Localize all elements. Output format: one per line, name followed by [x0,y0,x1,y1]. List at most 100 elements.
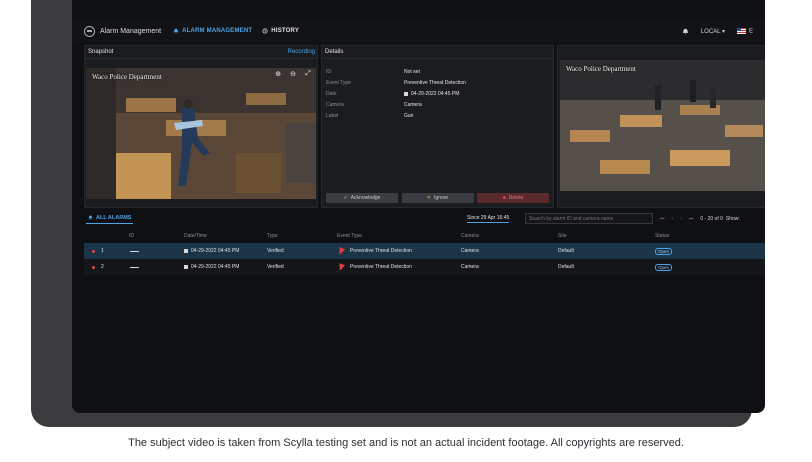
live-watermark: Waco Police Department [566,65,636,73]
status-badge: Open [655,263,673,271]
first-page-icon[interactable]: ⏮ [660,216,665,222]
row-status-cell: Open [655,259,673,275]
recording-link[interactable]: Recording [288,49,315,55]
row-camera: Camera [461,248,479,254]
detail-row-date: Date 04-29-2022 04:45 PM [326,88,549,99]
nav-alarm-management[interactable]: ALARM MANAGEMENT [173,28,252,34]
row-event-type: Preventive Threat Detection [350,264,412,270]
empty-id-dash [130,243,139,259]
detail-label: Camera [326,101,344,108]
threat-icon [336,262,346,272]
detail-row-camera: Camera Camera [326,99,549,110]
column-id[interactable]: ID [129,231,134,241]
column-datetime[interactable]: Date/Time [184,231,207,241]
language-selector[interactable]: E [736,27,753,35]
bell-icon [173,28,179,34]
status-badge: Open [655,247,673,255]
details-title: Details [322,46,553,59]
alarms-toolbar: ALL ALARMS Since 29 Apr 16:45 ⏮ ‹ › ⏭ 0 … [84,212,765,226]
detail-value: 04-29-2022 04:45 PM [411,90,460,97]
column-site[interactable]: Site [558,231,567,241]
row-event-type: Preventive Threat Detection [350,248,412,254]
close-icon: ✕ [426,195,431,201]
row-type: Verified [267,248,284,254]
page-count: 0 - 20 of 0 [700,216,723,222]
row-event-cell: Preventive Threat Detection [336,243,412,259]
row-datetime: 04-29-2022 04:45 PM [191,264,240,270]
row-type: Verified [267,264,284,270]
last-page-icon[interactable]: ⏭ [689,216,694,222]
empty-id-dash [130,259,139,275]
live-camera-panel: Waco Police Department [557,45,765,208]
tab-all-alarms-label: ALL ALARMS [96,214,132,221]
snapshot-watermark: Waco Police Department [92,73,162,81]
next-page-icon[interactable]: › [680,216,682,222]
snapshot-title: Snapshot [85,46,317,59]
column-event-type[interactable]: Event Type [337,231,362,241]
language-value: E [748,28,753,35]
snapshot-image: Waco Police Department ⊕ ⊖ ⤢ [86,68,316,199]
detail-label: Event Type [326,79,351,86]
nav-history-label: HISTORY [271,28,300,34]
detail-value: Not set [404,68,420,75]
nav-alarm-management-label: ALARM MANAGEMENT [182,28,253,34]
table-row[interactable]: 2 04-29-2022 04:45 PM Verified Preventiv… [84,259,765,275]
row-datetime-cell: 04-29-2022 04:45 PM [184,243,239,259]
column-camera[interactable]: Camera [461,231,479,241]
zoom-toolbar: ⊕ ⊖ ⤢ [269,70,314,80]
calendar-icon [404,91,408,96]
live-camera-image: Waco Police Department [560,60,765,191]
tab-all-alarms[interactable]: ALL ALARMS [86,214,134,224]
acknowledge-label: Acknowledge [350,195,381,201]
detail-label: Date [326,90,337,97]
snapshot-panel: Snapshot Recording Waco Police Departmen… [84,45,318,208]
detail-label: Label [326,112,339,119]
alarm-search-input[interactable] [525,213,653,224]
detail-value: Preventive Threat Detection [404,79,466,86]
row-site: Default [558,248,574,254]
detail-row-id: ID Not set [326,66,549,77]
row-datetime-cell: 04-29-2022 04:45 PM [184,259,239,275]
app-title: Alarm Management [100,27,162,35]
location-dropdown[interactable]: LOCAL ▾ [701,28,725,35]
calendar-icon [184,249,188,253]
show-label[interactable]: Show: [726,216,740,222]
expand-icon[interactable]: ⤢ [302,70,314,80]
alert-dot-icon [92,243,95,259]
notification-bell-icon[interactable] [682,28,689,35]
row-index: 2 [101,264,104,270]
details-actions: ✓ Acknowledge ✕ Ignore ■ Delete [326,193,549,203]
check-icon: ✓ [343,195,348,201]
bell-icon [88,215,93,220]
table-row[interactable]: 1 04-29-2022 04:45 PM Verified Preventiv… [84,243,765,259]
row-status-cell: Open [655,243,673,259]
top-right-controls: LOCAL ▾ E [682,20,765,42]
threat-icon [336,246,346,256]
top-navbar: Alarm Management ALARM MANAGEMENT HISTOR… [72,20,765,42]
zoom-in-icon[interactable]: ⊕ [272,70,284,80]
app-screen: Alarm Management ALARM MANAGEMENT HISTOR… [72,0,765,413]
prev-page-icon[interactable]: ‹ [672,216,674,222]
since-filter[interactable]: Since 29 Apr 16:45 [467,215,510,223]
scylla-logo-icon [84,25,95,37]
detail-row-label: Label Gun [326,110,549,121]
row-camera: Camera [461,264,479,270]
detail-date-wrapper: 04-29-2022 04:45 PM [404,91,459,97]
detail-value: Gun [404,112,414,119]
live-scene [560,60,765,191]
row-site: Default [558,264,574,270]
details-panel: Details ID Not set Event Type Preventive… [321,45,554,208]
delete-button[interactable]: ■ Delete [477,193,549,203]
trash-icon: ■ [502,195,506,201]
nav-history[interactable]: HISTORY [262,28,299,34]
zoom-out-icon[interactable]: ⊖ [287,70,299,80]
column-type[interactable]: Type [267,231,278,241]
chevron-down-icon: ▾ [721,28,725,35]
location-value: LOCAL [700,28,721,35]
column-status[interactable]: Status [655,231,669,241]
ignore-button[interactable]: ✕ Ignore [401,193,474,203]
alarms-table-header: ID Date/Time Type Event Type Camera Site… [84,231,765,241]
detail-label: ID [326,68,331,75]
acknowledge-button[interactable]: ✓ Acknowledge [326,193,398,203]
details-list: ID Not set Event Type Preventive Threat … [326,66,549,121]
